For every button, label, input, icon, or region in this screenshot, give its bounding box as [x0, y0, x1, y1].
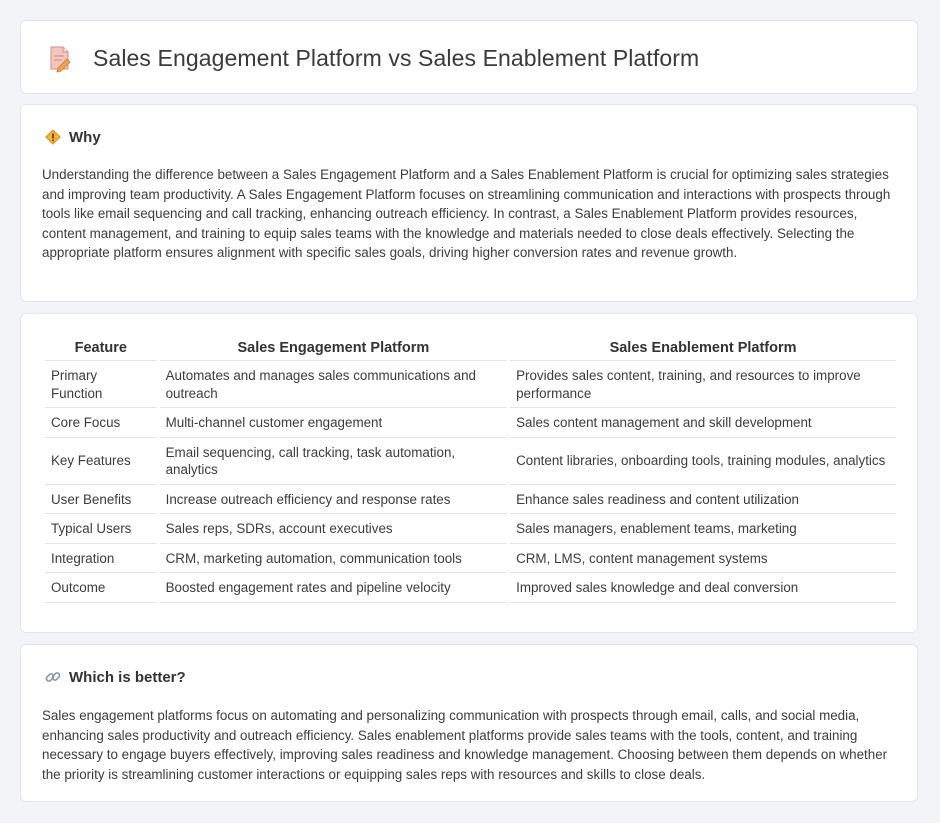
table-row: Key Features Email sequencing, call trac… — [45, 438, 896, 485]
feature-cell: Core Focus — [45, 408, 157, 438]
feature-cell: Key Features — [45, 438, 157, 485]
which-better-text: Sales engagement platforms focus on auto… — [42, 708, 888, 782]
why-text: Understanding the difference between a S… — [42, 167, 891, 261]
engagement-cell: Automates and manages sales communicatio… — [159, 361, 508, 408]
table-row: Outcome Boosted engagement rates and pip… — [45, 573, 896, 603]
why-section: Why Understanding the difference between… — [20, 104, 918, 302]
enablement-cell: Sales content management and skill devel… — [510, 408, 896, 438]
comparison-section: Feature Sales Engagement Platform Sales … — [20, 313, 918, 633]
column-header-enablement: Sales Enablement Platform — [510, 334, 896, 361]
feature-cell: User Benefits — [45, 485, 157, 514]
feature-cell: Primary Function — [45, 361, 157, 408]
diamond-sign-icon — [43, 127, 63, 147]
table-row: Core Focus Multi-channel customer engage… — [45, 408, 896, 438]
enablement-cell: Improved sales knowledge and deal conver… — [510, 573, 896, 603]
why-heading: Why — [69, 128, 101, 146]
feature-cell: Typical Users — [45, 514, 157, 544]
title-card: Sales Engagement Platform vs Sales Enabl… — [20, 20, 918, 94]
table-header-row: Feature Sales Engagement Platform Sales … — [45, 334, 896, 361]
engagement-cell: Increase outreach efficiency and respons… — [159, 485, 508, 514]
which-better-heading: Which is better? — [69, 668, 186, 686]
enablement-cell: CRM, LMS, content management systems — [510, 544, 896, 573]
table-row: User Benefits Increase outreach efficien… — [45, 485, 896, 514]
document-pencil-icon — [47, 43, 73, 73]
feature-cell: Outcome — [45, 573, 157, 603]
enablement-cell: Enhance sales readiness and content util… — [510, 485, 896, 514]
enablement-cell: Provides sales content, training, and re… — [510, 361, 896, 408]
enablement-cell: Sales managers, enablement teams, market… — [510, 514, 896, 544]
enablement-cell: Content libraries, onboarding tools, tra… — [510, 438, 896, 485]
link-icon — [43, 667, 63, 687]
table-row: Typical Users Sales reps, SDRs, account … — [45, 514, 896, 544]
engagement-cell: Boosted engagement rates and pipeline ve… — [159, 573, 508, 603]
engagement-cell: Multi-channel customer engagement — [159, 408, 508, 438]
table-row: Primary Function Automates and manages s… — [45, 361, 896, 408]
comparison-table: Feature Sales Engagement Platform Sales … — [42, 334, 899, 603]
column-header-engagement: Sales Engagement Platform — [159, 334, 508, 361]
feature-cell: Integration — [45, 544, 157, 573]
page-title: Sales Engagement Platform vs Sales Enabl… — [93, 44, 700, 71]
column-header-feature: Feature — [45, 334, 157, 361]
which-better-section: Which is better? Sales engagement platfo… — [20, 644, 918, 802]
engagement-cell: Email sequencing, call tracking, task au… — [159, 438, 508, 485]
table-row: Integration CRM, marketing automation, c… — [45, 544, 896, 573]
engagement-cell: Sales reps, SDRs, account executives — [159, 514, 508, 544]
engagement-cell: CRM, marketing automation, communication… — [159, 544, 508, 573]
